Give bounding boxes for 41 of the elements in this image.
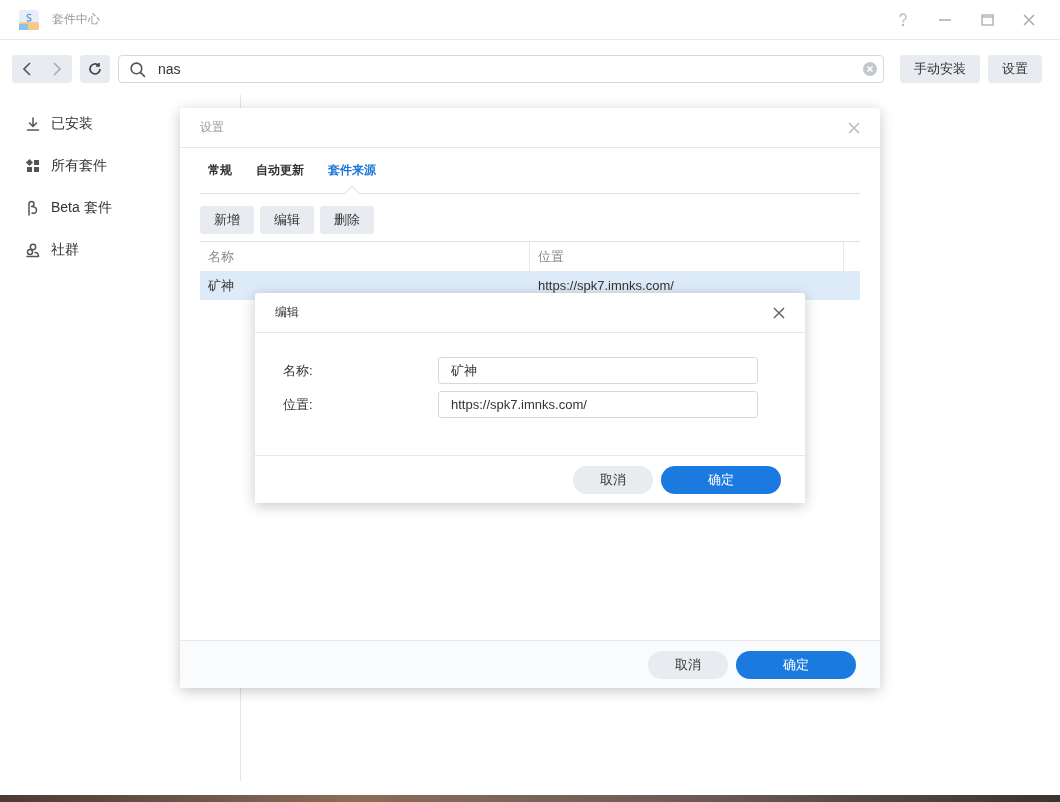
action-button[interactable]: 删除 xyxy=(320,206,374,234)
app-logo-icon xyxy=(18,8,40,31)
field-label: 位置: xyxy=(283,395,314,414)
toolbar-button[interactable]: 手动安装 xyxy=(900,55,980,83)
action-button[interactable]: 新增 xyxy=(200,206,254,234)
cancel-button[interactable]: 取消 xyxy=(648,650,728,679)
close-icon[interactable] xyxy=(773,306,785,319)
table-cell: https://spk7.imnks.com/ xyxy=(538,278,674,293)
close-icon xyxy=(1023,13,1035,26)
minimize-icon xyxy=(938,18,952,21)
question-mark-icon xyxy=(898,12,908,27)
dialog-title: 设置 xyxy=(200,119,224,136)
search-input[interactable]: nas xyxy=(156,60,853,78)
refresh-button[interactable] xyxy=(80,55,110,83)
input-field[interactable]: https://spk7.imnks.com/ xyxy=(438,391,758,418)
maximize-icon xyxy=(980,13,994,26)
window-title: 套件中心 xyxy=(52,11,101,28)
confirm-button[interactable]: 确定 xyxy=(661,465,781,494)
chevron-left-icon xyxy=(23,62,31,76)
sidebar-item[interactable]: 社群 xyxy=(51,241,79,259)
refresh-icon xyxy=(88,62,102,76)
input-field[interactable]: 矿神 xyxy=(438,357,758,384)
sidebar-item[interactable]: 已安装 xyxy=(51,115,93,133)
action-button[interactable]: 编辑 xyxy=(260,206,314,234)
toolbar-button[interactable]: 设置 xyxy=(988,55,1042,83)
tab[interactable]: 常规 xyxy=(208,148,232,193)
grid-icon xyxy=(25,158,41,174)
sidebar-item[interactable]: 所有套件 xyxy=(51,157,107,175)
people-icon xyxy=(25,242,41,258)
sidebar-item[interactable]: Beta 套件 xyxy=(51,199,112,217)
confirm-button[interactable]: 确定 xyxy=(736,650,856,679)
cancel-button[interactable]: 取消 xyxy=(573,465,653,494)
clear-icon[interactable] xyxy=(863,62,877,76)
download-icon xyxy=(25,116,41,132)
search-field[interactable]: nas xyxy=(118,55,884,83)
table-cell: 矿神 xyxy=(208,276,234,295)
field-label: 名称: xyxy=(283,361,314,380)
tab[interactable]: 自动更新 xyxy=(256,148,304,193)
search-icon xyxy=(129,60,146,78)
chevron-right-icon xyxy=(53,62,61,76)
dialog-title: 编辑 xyxy=(275,304,299,321)
